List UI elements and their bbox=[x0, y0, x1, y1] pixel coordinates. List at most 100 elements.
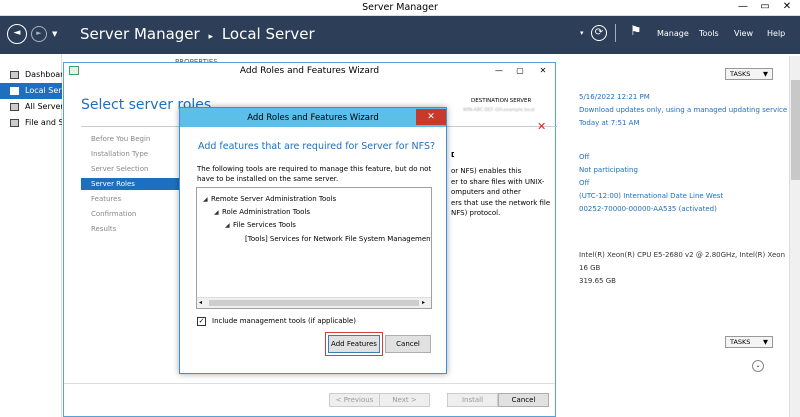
breadcrumb-local-server: Local Server bbox=[221, 25, 315, 43]
tasks-label: TASKS bbox=[730, 338, 751, 346]
refresh-dropdown-icon[interactable]: ▾ bbox=[580, 29, 584, 37]
description-line: ers that use the network file bbox=[451, 198, 551, 207]
scrollbar-thumb[interactable] bbox=[209, 300, 419, 306]
description-text: or NFS) enables this er to share files w… bbox=[451, 166, 550, 219]
divider bbox=[615, 24, 616, 42]
popup-titlebar: Add Roles and Features Wizard ✕ bbox=[180, 108, 446, 127]
minimize-button[interactable]: — bbox=[733, 0, 753, 14]
forward-button[interactable]: ► bbox=[31, 26, 47, 42]
breadcrumb: Server Manager ▸ Local Server bbox=[80, 25, 315, 43]
sidebar-item-local-server[interactable]: Local Server bbox=[0, 83, 62, 99]
last-checked-value[interactable]: Today at 7:51 AM bbox=[579, 119, 640, 127]
sidebar: Dashboard Local Server All Servers File … bbox=[0, 54, 62, 417]
features-tree[interactable]: ◢ Remote Server Administration Tools ◢ Rol… bbox=[196, 187, 432, 309]
memory-value: 16 GB bbox=[579, 264, 601, 272]
step-server-roles[interactable]: Server Roles bbox=[81, 178, 181, 190]
popup-close-button[interactable]: ✕ bbox=[416, 109, 446, 125]
menu-help[interactable]: Help bbox=[767, 29, 785, 38]
popup-header: Add features that are required for Serve… bbox=[180, 127, 446, 158]
main-scrollbar[interactable] bbox=[789, 56, 800, 417]
tree-item-label: [Tools] Services for Network File System… bbox=[245, 235, 431, 243]
storage-icon bbox=[10, 119, 19, 127]
wizard-footer-divider bbox=[64, 383, 555, 384]
history-dropdown-icon[interactable]: ▼ bbox=[52, 30, 57, 38]
dashboard-icon bbox=[10, 71, 19, 79]
step-features[interactable]: Features bbox=[81, 193, 181, 205]
processors-value: Intel(R) Xeon(R) CPU E5-2680 v2 @ 2.80GH… bbox=[579, 251, 786, 259]
back-button[interactable]: ◄ bbox=[7, 24, 27, 44]
last-updated-value[interactable]: 5/16/2022 12:21 PM bbox=[579, 93, 650, 101]
prop-value-1[interactable]: Off bbox=[579, 153, 589, 161]
wizard-minimize-button[interactable]: — bbox=[491, 65, 507, 76]
tree-horizontal-scrollbar[interactable]: ◂ ▸ bbox=[197, 297, 431, 308]
tree-item-label: Remote Server Administration Tools bbox=[211, 195, 337, 203]
menu-tools[interactable]: Tools bbox=[699, 29, 719, 38]
menu-manage[interactable]: Manage bbox=[657, 29, 689, 38]
scroll-left-icon[interactable]: ◂ bbox=[199, 299, 202, 306]
expanded-triangle-icon[interactable]: ◢ bbox=[225, 222, 233, 229]
product-id-value[interactable]: 00252-70000-00000-AA535 (activated) bbox=[579, 205, 717, 213]
wizard-steps: Before You Begin Installation Type Serve… bbox=[81, 133, 181, 243]
popup-description: The following tools are required to mana… bbox=[197, 165, 432, 183]
expand-chevron-icon[interactable]: ⌄ bbox=[752, 360, 764, 372]
disk-value: 319.65 GB bbox=[579, 277, 616, 285]
server-icon bbox=[10, 87, 19, 95]
tasks-button-2[interactable]: TASKS ▼ bbox=[725, 336, 773, 348]
wizard-cancel-button[interactable]: Cancel bbox=[498, 393, 549, 407]
prop-value-2[interactable]: Not participating bbox=[579, 166, 638, 174]
next-button[interactable]: Next > bbox=[379, 393, 430, 407]
scroll-right-icon[interactable]: ▸ bbox=[422, 299, 425, 306]
maximize-button[interactable]: ▭ bbox=[755, 0, 775, 14]
install-button[interactable]: Install bbox=[447, 393, 498, 407]
tasks-button[interactable]: TASKS ▼ bbox=[725, 68, 773, 80]
prop-value-3[interactable]: Off bbox=[579, 179, 589, 187]
include-management-tools-checkbox[interactable]: ✓ bbox=[197, 317, 206, 326]
wizard-maximize-button[interactable]: ▢ bbox=[512, 65, 528, 76]
sidebar-item-label: Local Server bbox=[25, 86, 62, 95]
sidebar-item-all-servers[interactable]: All Servers bbox=[0, 99, 62, 115]
tree-item-role-admin-tools[interactable]: ◢ Role Administration Tools bbox=[214, 208, 310, 216]
tree-item-file-services-tools[interactable]: ◢ File Services Tools bbox=[225, 221, 296, 229]
description-line: NFS) protocol. bbox=[451, 209, 501, 217]
tree-item-nfs-management-tools[interactable]: [Tools] Services for Network File System… bbox=[245, 235, 431, 243]
add-features-dialog: Add Roles and Features Wizard ✕ Add feat… bbox=[179, 107, 447, 374]
add-features-button[interactable]: Add Features bbox=[328, 335, 380, 353]
breadcrumb-server-manager[interactable]: Server Manager bbox=[80, 25, 200, 43]
servers-icon bbox=[10, 103, 19, 111]
previous-button[interactable]: < Previous bbox=[329, 393, 380, 407]
description-line: er to share files with UNIX- bbox=[451, 177, 545, 186]
step-before-you-begin[interactable]: Before You Begin bbox=[81, 133, 181, 145]
timezone-value[interactable]: (UTC-12:00) International Date Line West bbox=[579, 192, 723, 200]
sidebar-item-file-storage[interactable]: File and Storage Services bbox=[0, 115, 62, 131]
wizard-titlebar: Add Roles and Features Wizard — ▢ ✕ bbox=[64, 63, 555, 79]
sidebar-item-label: Dashboard bbox=[25, 70, 62, 79]
windows-update-value[interactable]: Download updates only, using a managed u… bbox=[579, 106, 787, 114]
description-heading: Description bbox=[451, 151, 454, 159]
navigation-bar: ◄ ► ▼ Server Manager ▸ Local Server ▾ ⟳ … bbox=[0, 16, 800, 54]
scrollbar-thumb[interactable] bbox=[791, 80, 800, 180]
chevron-down-icon: ▼ bbox=[763, 70, 768, 78]
step-confirmation[interactable]: Confirmation bbox=[81, 208, 181, 220]
description-heading-text: Description bbox=[451, 151, 454, 159]
expanded-triangle-icon[interactable]: ◢ bbox=[214, 209, 222, 216]
tasks-label: TASKS bbox=[730, 70, 751, 78]
menu-view[interactable]: View bbox=[734, 29, 753, 38]
step-server-selection[interactable]: Server Selection bbox=[81, 163, 181, 175]
window-titlebar: Server Manager — ▭ ✕ bbox=[0, 0, 800, 16]
wizard-close-button[interactable]: ✕ bbox=[533, 65, 553, 76]
tree-item-label: File Services Tools bbox=[233, 221, 296, 229]
expanded-triangle-icon[interactable]: ◢ bbox=[203, 196, 211, 203]
breadcrumb-separator-icon: ▸ bbox=[208, 32, 214, 42]
tree-item-remote-server-admin-tools[interactable]: ◢ Remote Server Administration Tools bbox=[203, 195, 336, 203]
popup-title: Add Roles and Features Wizard bbox=[247, 113, 379, 123]
step-installation-type[interactable]: Installation Type bbox=[81, 148, 181, 160]
sidebar-item-dashboard[interactable]: Dashboard bbox=[0, 67, 62, 83]
popup-cancel-button[interactable]: Cancel bbox=[385, 335, 431, 353]
refresh-icon[interactable]: ⟳ bbox=[591, 25, 607, 41]
notifications-flag-icon[interactable]: ⚑ bbox=[630, 24, 642, 39]
description-line: omputers and other bbox=[451, 188, 521, 196]
step-results[interactable]: Results bbox=[81, 223, 181, 235]
close-button[interactable]: ✕ bbox=[777, 0, 797, 14]
wizard-app-icon bbox=[69, 66, 79, 75]
include-management-tools-label: Include management tools (if applicable) bbox=[212, 317, 356, 325]
